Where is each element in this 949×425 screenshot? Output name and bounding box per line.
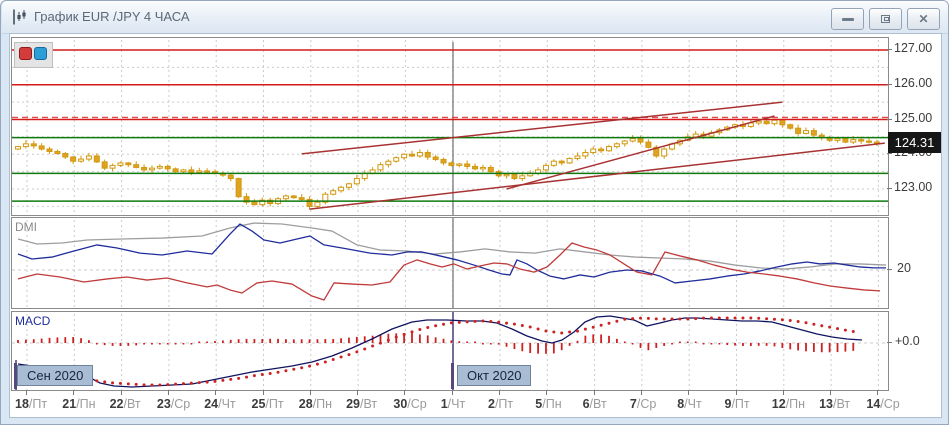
date-label: 23/Ср — [156, 397, 191, 411]
axis-tick — [830, 390, 832, 395]
axis-tick — [167, 390, 169, 395]
dmi-panel[interactable] — [11, 217, 889, 309]
macd-canvas[interactable] — [12, 312, 888, 390]
window-controls: ✕ — [831, 8, 940, 30]
restore-icon — [881, 15, 890, 23]
axis-tick — [499, 390, 500, 395]
date-label: 13/Вт — [819, 397, 851, 411]
date-label: 5/Пн — [535, 397, 562, 411]
axis-tick — [688, 390, 690, 395]
price-axis-label: 127.00 — [894, 41, 933, 55]
axis-tick — [877, 390, 879, 395]
date-label: 6/Вт — [582, 397, 607, 411]
axis-tick — [404, 390, 406, 395]
axis-tick — [887, 49, 892, 50]
axis-tick — [640, 390, 642, 395]
macd-panel-label: MACD — [15, 314, 51, 328]
axis-tick — [546, 390, 548, 395]
axis-tick — [215, 390, 217, 395]
month-separator-sep — [14, 363, 17, 389]
date-label: 24/Чт — [204, 397, 236, 411]
minimize-button[interactable] — [831, 8, 864, 30]
chart-window: График EUR /JPY 4 ЧАСА ✕ DMI MACD 20 +0.… — [0, 0, 949, 425]
axis-tick — [887, 188, 892, 189]
axis-tick — [120, 390, 122, 395]
date-label: 8/Чт — [677, 397, 702, 411]
axis-tick — [887, 153, 892, 155]
date-label: 25/Пт — [251, 397, 284, 411]
close-icon: ✕ — [918, 12, 929, 26]
price-axis-label: 123.00 — [894, 180, 933, 194]
restore-button[interactable] — [869, 8, 902, 30]
axis-tick — [887, 269, 892, 270]
window-title: График EUR /JPY 4 ЧАСА — [34, 9, 190, 24]
macd-panel[interactable] — [11, 311, 889, 391]
red-marker-button[interactable] — [19, 47, 32, 60]
current-price-badge: 124.31 — [888, 132, 941, 153]
axis-tick — [735, 390, 737, 395]
date-label: 28/Пн — [298, 397, 333, 411]
close-button[interactable]: ✕ — [907, 8, 940, 30]
date-label: 29/Вт — [346, 397, 378, 411]
price-chart-canvas[interactable] — [12, 38, 888, 215]
date-label: 1/Чт — [440, 397, 466, 411]
axis-tick — [309, 390, 311, 395]
date-label: 21/Пн — [62, 397, 96, 411]
date-label: 9/Пт — [724, 397, 750, 411]
date-label: 12/Пн — [771, 397, 806, 411]
macd-zero-label: +0.0 — [895, 334, 920, 348]
dmi-panel-label: DMI — [15, 220, 37, 234]
price-axis-label: 125.00 — [894, 110, 933, 125]
axis-tick — [451, 390, 453, 395]
chart-icon — [13, 9, 26, 25]
object-legend — [14, 42, 53, 68]
axis-tick — [73, 390, 75, 395]
axis-tick — [887, 342, 892, 343]
date-label: 14/Ср — [866, 397, 900, 411]
axis-tick — [887, 83, 892, 85]
month-label-sep: Сен 2020 — [17, 365, 94, 386]
blue-marker-button[interactable] — [34, 47, 47, 60]
dmi-canvas[interactable] — [12, 218, 888, 308]
date-label: 18/Пт — [15, 397, 48, 411]
month-separator-oct — [451, 363, 454, 389]
axis-tick — [26, 390, 27, 395]
minimize-icon — [841, 17, 854, 21]
axis-tick — [262, 390, 264, 395]
price-axis-label: 126.00 — [894, 75, 933, 90]
axis-tick — [887, 118, 892, 120]
axis-tick — [593, 390, 595, 395]
date-label: 22/Вт — [109, 397, 141, 411]
axis-tick — [357, 390, 359, 395]
axis-tick — [782, 390, 784, 395]
title-bar[interactable]: График EUR /JPY 4 ЧАСА ✕ — [2, 1, 948, 34]
price-chart-panel[interactable] — [11, 37, 889, 216]
dmi-level-label: 20 — [897, 261, 911, 275]
date-label: 2/Пт — [488, 397, 514, 411]
date-label: 30/Ср — [393, 397, 427, 411]
month-label-oct: Окт 2020 — [457, 365, 532, 386]
date-label: 7/Ср — [629, 397, 657, 411]
